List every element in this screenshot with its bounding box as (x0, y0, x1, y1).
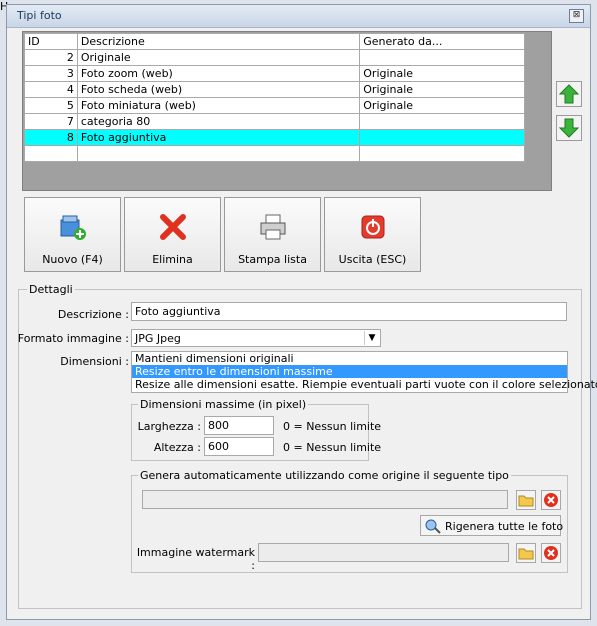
larghezza-label: Larghezza : (137, 420, 201, 433)
tipi-foto-window: Tipi foto ⊠ ID Descrizione Generato da..… (6, 4, 597, 620)
cell-id: 2 (24, 49, 78, 66)
nuovo-button[interactable]: Nuovo (F4) (24, 197, 121, 272)
cell-id: 3 (24, 65, 78, 82)
cell-generato (359, 145, 525, 162)
dimensioni-massime-legend: Dimensioni massime (in pixel) (138, 398, 309, 411)
formato-select[interactable]: JPG Jpeg ▼ (131, 329, 381, 347)
title-bar: Tipi foto ⊠ (7, 5, 590, 28)
clear-icon (544, 546, 558, 560)
cell-generato (359, 49, 525, 66)
move-down-button[interactable] (556, 115, 582, 141)
cell-descrizione: Foto scheda (web) (76, 81, 361, 98)
printer-icon (260, 214, 286, 240)
dettagli-legend: Dettagli (27, 283, 75, 296)
genera-origine-field[interactable] (142, 490, 508, 509)
watermark-clear-button[interactable] (541, 543, 561, 563)
table-row[interactable]: 3 Foto zoom (web) Originale (24, 65, 525, 82)
grid-header-id[interactable]: ID (24, 33, 78, 50)
nuovo-label: Nuovo (F4) (42, 253, 103, 266)
watermark-browse-button[interactable] (516, 543, 536, 563)
list-item-selected[interactable]: Resize entro le dimensioni massime (132, 365, 567, 378)
genera-clear-button[interactable] (541, 490, 561, 510)
cell-id: 4 (24, 81, 78, 98)
stampa-lista-button[interactable]: Stampa lista (224, 197, 321, 272)
elimina-label: Elimina (152, 253, 193, 266)
power-icon (361, 215, 385, 239)
table-row[interactable]: 5 Foto miniatura (web) Originale (24, 97, 525, 114)
table-row-new[interactable] (24, 145, 525, 162)
dimensioni-listbox[interactable]: Mantieni dimensioni originali Resize ent… (131, 351, 597, 393)
altezza-label: Altezza : (153, 441, 201, 454)
delete-x-icon (160, 214, 186, 240)
elimina-button[interactable]: Elimina (124, 197, 221, 272)
larghezza-field[interactable]: 800 (204, 416, 274, 435)
genera-legend: Genera automaticamente utilizzando come … (138, 469, 511, 482)
cell-id: 7 (24, 113, 78, 130)
cell-generato (359, 129, 525, 146)
table-row[interactable]: 2 Originale (24, 49, 525, 66)
formato-label: Formato immagine : (17, 332, 129, 345)
grid-header-descrizione[interactable]: Descrizione (76, 33, 361, 50)
cell-descrizione: categoria 80 (76, 113, 361, 130)
cell-generato (359, 113, 525, 130)
altezza-note: 0 = Nessun limite (283, 441, 382, 454)
table-row[interactable]: 7 categoria 80 (24, 113, 525, 130)
cell-generato: Originale (359, 65, 525, 82)
cell-id: 5 (24, 97, 78, 114)
table-row-selected[interactable]: 8 Foto aggiuntiva (24, 129, 525, 146)
types-grid: ID Descrizione Generato da... 2 Original… (24, 33, 525, 162)
cell-descrizione: Foto aggiuntiva (76, 129, 361, 146)
move-up-button[interactable] (556, 81, 582, 107)
cell-descrizione: Foto zoom (web) (76, 65, 361, 82)
cell-generato: Originale (359, 97, 525, 114)
stampa-lista-label: Stampa lista (238, 253, 307, 266)
rigenera-button[interactable]: Rigenera tutte le foto (420, 515, 564, 536)
cell-descrizione: Originale (76, 49, 361, 66)
cell-generato: Originale (359, 81, 525, 98)
arrow-up-icon (558, 84, 580, 104)
cell-id: 8 (24, 129, 78, 146)
descrizione-label: Descrizione : (57, 308, 129, 321)
cell-id (24, 145, 78, 162)
larghezza-note: 0 = Nessun limite (283, 420, 382, 433)
rigenera-label: Rigenera tutte le foto (445, 520, 564, 533)
dimensioni-label: Dimensioni : (60, 355, 129, 368)
grid-header-row: ID Descrizione Generato da... (24, 33, 525, 50)
watermark-label: Immagine watermark : (136, 546, 255, 572)
clear-icon (544, 493, 558, 507)
grid-header-generato[interactable]: Generato da... (359, 33, 525, 50)
types-grid-panel: ID Descrizione Generato da... 2 Original… (22, 31, 552, 191)
list-item[interactable]: Resize alle dimensioni esatte. Riempie e… (132, 378, 597, 391)
altezza-field[interactable]: 600 (204, 437, 274, 456)
uscita-label: Uscita (ESC) (338, 253, 407, 266)
descrizione-field[interactable]: Foto aggiuntiva (131, 302, 567, 321)
folder-icon (518, 548, 534, 560)
watermark-field[interactable] (258, 543, 509, 562)
regenerate-icon (425, 519, 441, 534)
formato-value: JPG Jpeg (135, 332, 181, 345)
list-item[interactable]: Mantieni dimensioni originali (132, 352, 567, 365)
chevron-down-icon[interactable]: ▼ (364, 331, 379, 345)
cell-descrizione (76, 145, 361, 162)
uscita-button[interactable]: Uscita (ESC) (324, 197, 421, 272)
folder-icon (518, 495, 534, 507)
arrow-down-icon (558, 118, 580, 138)
window-title: Tipi foto (17, 9, 62, 22)
new-item-icon (60, 215, 86, 240)
genera-browse-button[interactable] (516, 490, 536, 510)
cell-descrizione: Foto miniatura (web) (76, 97, 361, 114)
close-button[interactable]: ⊠ (569, 9, 584, 23)
table-row[interactable]: 4 Foto scheda (web) Originale (24, 81, 525, 98)
